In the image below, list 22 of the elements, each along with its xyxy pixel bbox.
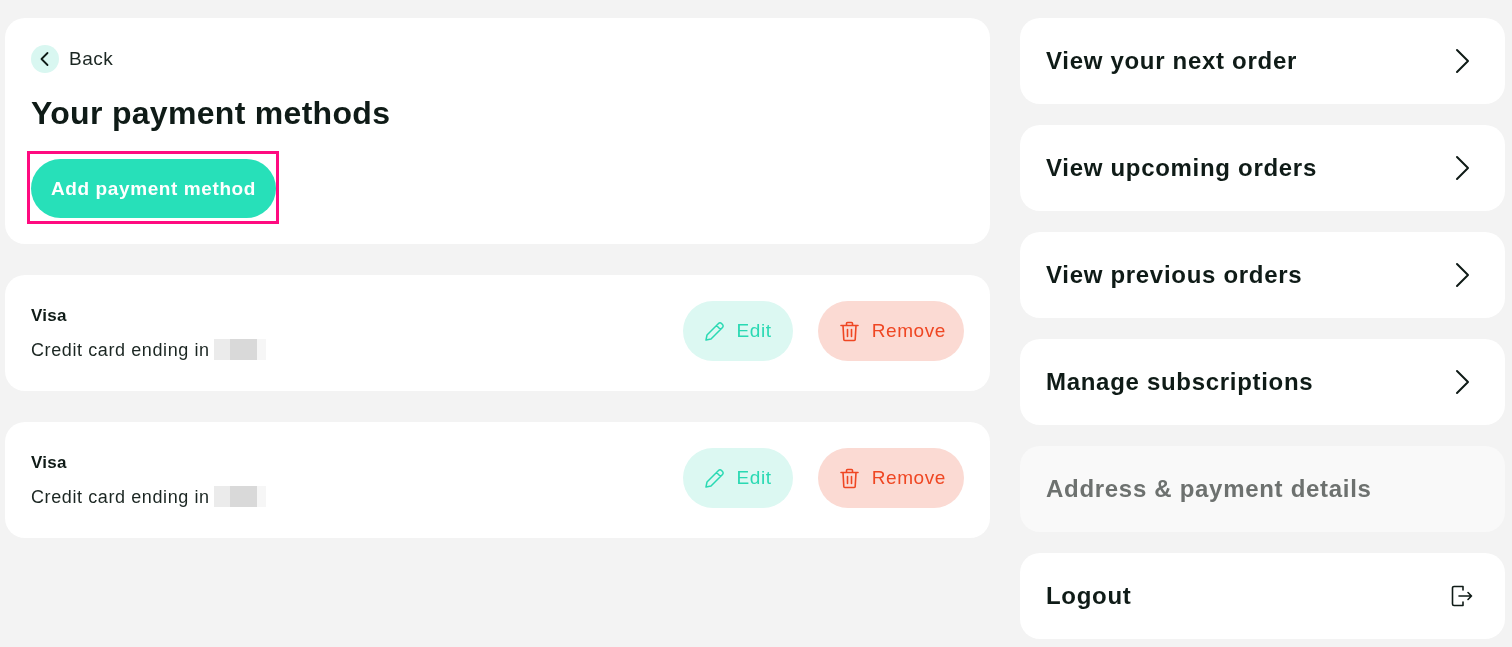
card-description: Credit card ending in bbox=[31, 338, 210, 362]
trash-icon bbox=[838, 320, 860, 342]
nav-item[interactable]: View upcoming orders bbox=[1020, 125, 1505, 211]
card-description: Credit card ending in bbox=[31, 485, 210, 509]
trash-icon bbox=[838, 467, 860, 489]
chevron-right-icon bbox=[1455, 369, 1470, 395]
nav-item[interactable]: Logout bbox=[1020, 553, 1505, 639]
page-title: Your payment methods bbox=[31, 95, 391, 131]
nav-item[interactable]: Manage subscriptions bbox=[1020, 339, 1505, 425]
nav-item[interactable]: View your next order bbox=[1020, 18, 1505, 104]
pencil-icon bbox=[703, 320, 725, 342]
logout-icon bbox=[1451, 585, 1473, 607]
chevron-right-icon bbox=[1455, 155, 1470, 181]
nav-item[interactable]: Address & payment details bbox=[1020, 446, 1505, 532]
nav-item[interactable]: View previous orders bbox=[1020, 232, 1505, 318]
chevron-right-icon bbox=[1455, 262, 1470, 288]
card-brand: Visa bbox=[31, 304, 67, 327]
back-button[interactable]: Back bbox=[31, 45, 114, 73]
chevron-left-icon bbox=[31, 45, 59, 73]
card-brand: Visa bbox=[31, 451, 67, 474]
pencil-icon bbox=[703, 467, 725, 489]
chevron-right-icon bbox=[1455, 48, 1470, 74]
